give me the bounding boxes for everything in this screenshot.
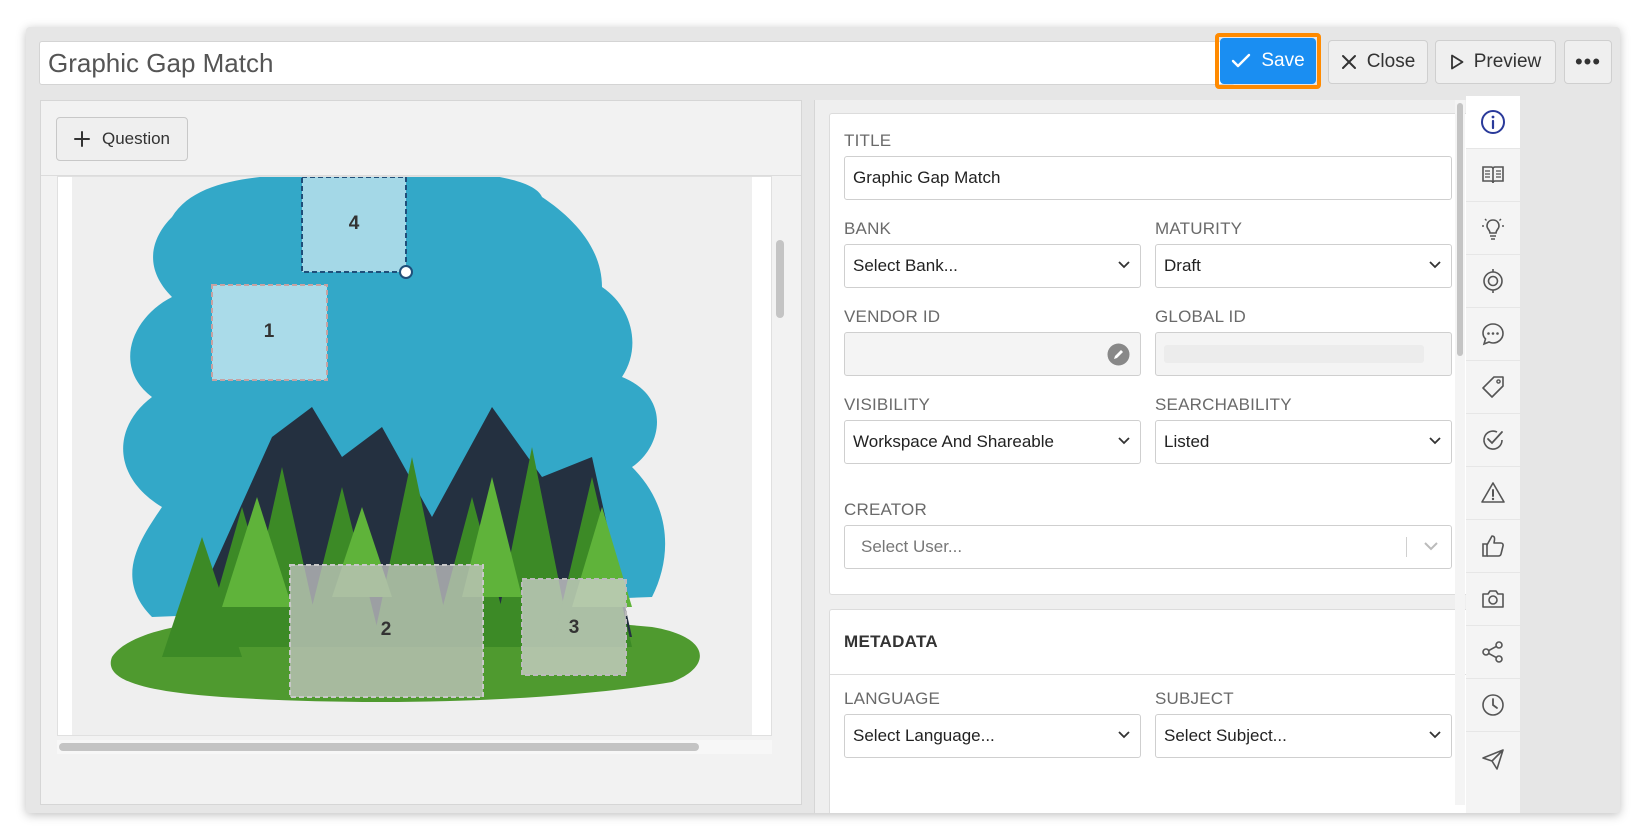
creator-select-divider bbox=[1406, 537, 1407, 557]
subject-select[interactable]: Select Subject... bbox=[1155, 714, 1452, 758]
save-button-label: Save bbox=[1261, 50, 1305, 71]
more-icon: ••• bbox=[1574, 49, 1602, 74]
close-icon bbox=[1341, 55, 1356, 69]
rail-comments[interactable] bbox=[1466, 308, 1520, 361]
rail-share[interactable] bbox=[1466, 626, 1520, 679]
thumbs-up-icon bbox=[1482, 535, 1504, 557]
play-icon bbox=[1450, 54, 1464, 70]
check-icon bbox=[1232, 53, 1251, 68]
chevron-down-icon bbox=[1118, 261, 1130, 269]
chevron-down-icon bbox=[1429, 261, 1441, 269]
save-button[interactable]: Save bbox=[1220, 38, 1316, 84]
vertical-scrollbar-thumb[interactable] bbox=[776, 240, 784, 318]
chevron-down-icon bbox=[1429, 437, 1441, 445]
graphic-canvas: 4 1 2 3 bbox=[57, 176, 772, 736]
plus-icon bbox=[73, 131, 90, 147]
tag-icon bbox=[1482, 376, 1504, 398]
global-id-redacted bbox=[1164, 345, 1424, 363]
searchability-label: SEARCHABILITY bbox=[1155, 395, 1292, 414]
hotspot-label-4: 4 bbox=[349, 213, 360, 234]
title-label: TITLE bbox=[844, 131, 892, 150]
metadata-divider bbox=[830, 674, 1490, 675]
maturity-select-value: Draft bbox=[1164, 256, 1201, 275]
target-icon bbox=[1483, 269, 1503, 293]
close-button-label: Close bbox=[1366, 51, 1416, 72]
hotspot-label-3: 3 bbox=[569, 617, 580, 638]
editor-toolbar: Question bbox=[41, 101, 801, 176]
comment-icon bbox=[1482, 323, 1504, 346]
maturity-select[interactable]: Draft bbox=[1155, 244, 1452, 288]
forest-image: 4 1 2 3 bbox=[110, 177, 700, 702]
edit-icon[interactable] bbox=[1107, 343, 1130, 366]
visibility-select-value: Workspace And Shareable bbox=[853, 432, 1054, 451]
rail-info[interactable] bbox=[1466, 96, 1520, 149]
metadata-card: METADATA LANGUAGE Select Language... SUB… bbox=[829, 609, 1491, 813]
send-icon bbox=[1482, 749, 1504, 770]
language-label: LANGUAGE bbox=[844, 689, 941, 708]
creator-select[interactable]: Select User... bbox=[844, 525, 1452, 569]
info-icon bbox=[1481, 110, 1505, 134]
item-title-input[interactable]: Graphic Gap Match bbox=[39, 41, 1235, 85]
vendor-id-field[interactable] bbox=[844, 332, 1141, 376]
rail-book[interactable] bbox=[1466, 149, 1520, 202]
chevron-down-icon bbox=[1429, 731, 1441, 739]
add-question-button[interactable]: Question bbox=[56, 117, 188, 161]
canvas-background: 4 1 2 3 bbox=[72, 177, 752, 735]
book-icon bbox=[1482, 166, 1504, 184]
item-properties-card: TITLE Graphic Gap Match BANK Select Bank… bbox=[829, 113, 1491, 595]
horizontal-scrollbar-thumb[interactable] bbox=[59, 743, 699, 751]
rail-send[interactable] bbox=[1466, 732, 1520, 785]
preview-button-label: Preview bbox=[1473, 51, 1542, 72]
rail-tags[interactable] bbox=[1466, 361, 1520, 414]
rail-review[interactable] bbox=[1466, 414, 1520, 467]
warning-icon bbox=[1481, 482, 1505, 503]
visibility-select[interactable]: Workspace And Shareable bbox=[844, 420, 1141, 464]
searchability-select[interactable]: Listed bbox=[1155, 420, 1452, 464]
rail-target[interactable] bbox=[1466, 255, 1520, 308]
add-question-label: Question bbox=[101, 129, 171, 148]
bank-label: BANK bbox=[844, 219, 892, 238]
question-editor-pane: Question 4 1 2 3 bbox=[40, 100, 802, 805]
rail-history[interactable] bbox=[1466, 679, 1520, 732]
hotspot-label-2: 2 bbox=[381, 619, 392, 640]
bank-select[interactable]: Select Bank... bbox=[844, 244, 1141, 288]
preview-button[interactable]: Preview bbox=[1435, 40, 1556, 84]
language-select-value: Select Language... bbox=[853, 726, 995, 745]
clock-icon bbox=[1482, 694, 1504, 716]
side-rail bbox=[1466, 96, 1520, 813]
searchability-select-value: Listed bbox=[1164, 432, 1210, 451]
subject-select-value: Select Subject... bbox=[1164, 726, 1287, 745]
lightbulb-icon bbox=[1482, 218, 1504, 240]
creator-select-placeholder: Select User... bbox=[861, 537, 963, 556]
hotspot-label-1: 1 bbox=[264, 321, 275, 342]
chevron-down-icon bbox=[1118, 437, 1130, 445]
bank-select-value: Select Bank... bbox=[853, 256, 958, 275]
close-button[interactable]: Close bbox=[1328, 40, 1428, 84]
visibility-label: VISIBILITY bbox=[844, 395, 931, 414]
global-id-label: GLOBAL ID bbox=[1155, 307, 1246, 326]
rail-warnings[interactable] bbox=[1466, 467, 1520, 520]
chevron-down-icon bbox=[1424, 542, 1438, 551]
camera-icon bbox=[1482, 590, 1504, 608]
properties-scrollbar-thumb[interactable] bbox=[1457, 103, 1463, 356]
more-options-button[interactable]: ••• bbox=[1564, 40, 1612, 84]
language-select[interactable]: Select Language... bbox=[844, 714, 1141, 758]
metadata-title: METADATA bbox=[844, 632, 938, 651]
editor-window: Graphic Gap Match Save Close Preview •••… bbox=[26, 27, 1620, 813]
rail-media[interactable] bbox=[1466, 573, 1520, 626]
check-circle-icon bbox=[1483, 430, 1503, 450]
properties-pane: TITLE Graphic Gap Match BANK Select Bank… bbox=[814, 100, 1508, 813]
maturity-label: MATURITY bbox=[1155, 219, 1243, 238]
chevron-down-icon bbox=[1118, 731, 1130, 739]
creator-label: CREATOR bbox=[844, 500, 927, 519]
global-id-field[interactable] bbox=[1155, 332, 1452, 376]
rail-feedback[interactable] bbox=[1466, 520, 1520, 573]
subject-label: SUBJECT bbox=[1155, 689, 1234, 708]
vendor-id-label: VENDOR ID bbox=[844, 307, 941, 326]
title-field[interactable]: Graphic Gap Match bbox=[844, 156, 1452, 200]
rail-lightbulb[interactable] bbox=[1466, 202, 1520, 255]
share-icon bbox=[1482, 641, 1503, 663]
